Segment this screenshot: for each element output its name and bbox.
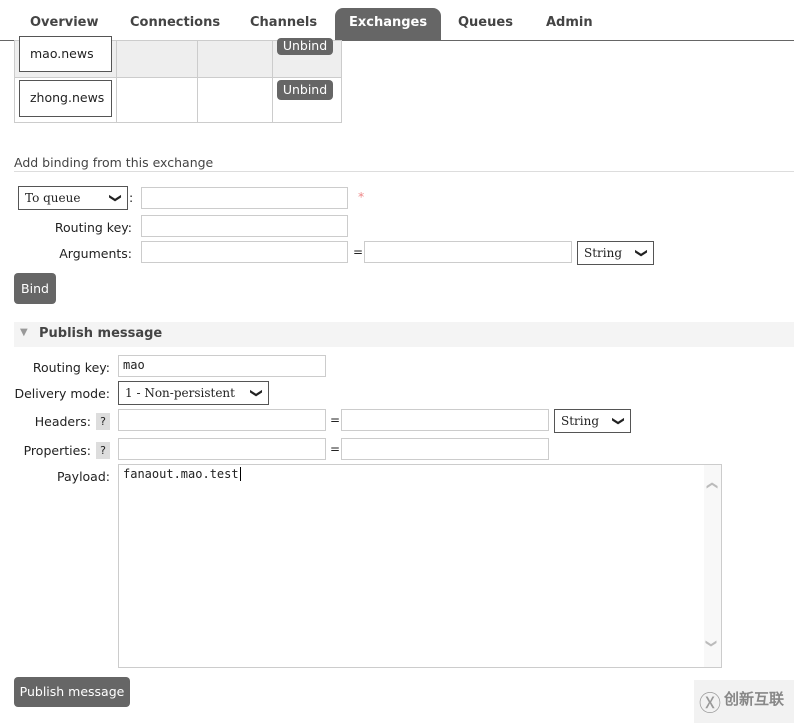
nav-tabs: Overview Connections Channels Exchanges … [0,0,794,41]
publish-routing-key-input[interactable]: mao [118,355,326,377]
header-key-input[interactable] [118,409,326,431]
table-cell [116,40,198,78]
routing-key-label: Routing key: [54,220,132,235]
publish-message-button[interactable]: Publish message [14,677,130,707]
scroll-down-icon[interactable]: ❯ [705,639,718,648]
delivery-mode-label: Delivery mode: [14,386,110,401]
argument-value-input[interactable] [364,241,572,263]
chevron-down-icon: ❯ [611,415,626,427]
tab-admin[interactable]: Admin [532,8,607,40]
argument-type-select[interactable]: String ❯ [577,241,654,265]
routing-key-label: Routing key: [32,360,110,375]
delivery-mode-select[interactable]: 1 - Non-persistent ❯ [118,381,269,405]
publish-section-header[interactable]: ▼ Publish message [14,322,794,347]
tab-queues[interactable]: Queues [444,8,527,40]
colon: : [129,190,134,205]
payload-label: Payload: [57,469,110,484]
chevron-down-icon: ❯ [634,247,649,259]
queue-link[interactable]: zhong.news [19,80,112,117]
unbind-button[interactable]: Unbind [277,80,333,100]
required-mark: * [358,189,365,204]
tab-channels[interactable]: Channels [236,8,331,40]
equals-sign: = [330,442,341,456]
watermark-text: 创新互联 [724,690,785,708]
select-value: To queue [25,191,81,205]
arguments-label: Arguments: [59,246,132,261]
payload-textarea[interactable]: fanaout.mao.test [118,464,722,668]
headers-label: Headers: [34,414,91,429]
unbind-button[interactable]: Unbind [277,38,333,55]
payload-text: fanaout.mao.test [123,467,239,481]
tab-exchanges[interactable]: Exchanges [335,8,442,40]
publish-title: Publish message [39,326,163,341]
binding-routing-key-input[interactable] [141,215,348,237]
argument-key-input[interactable] [141,241,348,263]
header-value-input[interactable] [341,409,549,431]
text-cursor [239,467,241,481]
properties-help-icon[interactable]: ? [96,442,110,459]
bind-button[interactable]: Bind [14,273,56,304]
payload-scrollbar[interactable]: ❯ ❯ [704,465,721,667]
table-cell [116,77,198,123]
select-value: 1 - Non-persistent [125,386,235,400]
queue-link[interactable]: mao.news [19,36,112,72]
add-binding-title: Add binding from this exchange [14,155,214,170]
chevron-down-icon: ❯ [249,387,264,399]
property-key-input[interactable] [118,438,326,460]
scroll-up-icon[interactable]: ❯ [705,481,718,490]
headers-help-icon[interactable]: ? [96,413,110,430]
equals-sign: = [330,413,341,427]
divider [14,171,794,172]
properties-label: Properties: [23,443,91,458]
select-value: String [584,246,623,260]
tab-connections[interactable]: Connections [116,8,234,40]
header-type-select[interactable]: String ❯ [554,409,631,433]
triangle-down-icon: ▼ [20,327,28,338]
property-value-input[interactable] [341,438,549,460]
watermark-logo: Ⓧ 创新互联 [694,680,794,723]
equals-sign: = [353,245,364,259]
logo-icon: Ⓧ [699,692,722,717]
chevron-down-icon: ❯ [108,192,123,204]
destination-type-select[interactable]: To queue ❯ [18,186,128,210]
destination-input[interactable] [141,187,348,209]
select-value: String [561,414,600,428]
